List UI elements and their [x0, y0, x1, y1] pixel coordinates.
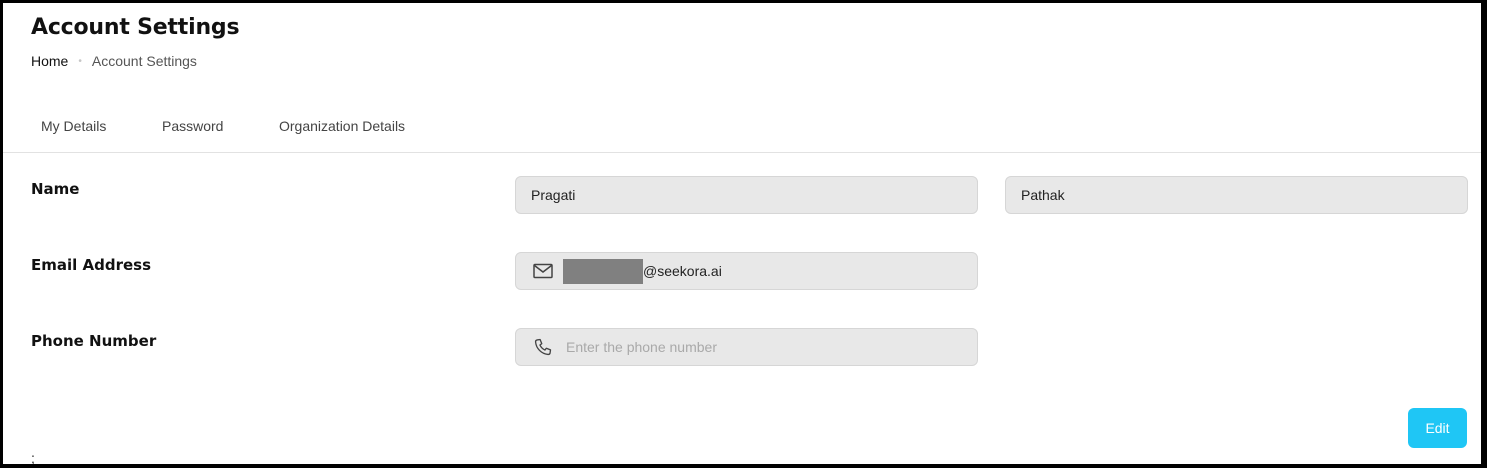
breadcrumb-current: Account Settings: [91, 53, 197, 69]
phone-input[interactable]: [566, 329, 946, 365]
email-field[interactable]: @seekora.ai: [515, 252, 978, 290]
settings-tabs: My Details Password Organization Details: [3, 115, 1481, 153]
phone-label: Phone Number: [31, 332, 157, 350]
name-label: Name: [31, 180, 80, 198]
breadcrumb: Home • Account Settings: [31, 53, 197, 69]
breadcrumb-home-link[interactable]: Home: [31, 53, 68, 69]
page-title: Account Settings: [31, 15, 240, 40]
first-name-input[interactable]: [531, 177, 951, 213]
account-settings-page: Account Settings Home • Account Settings…: [3, 3, 1481, 464]
email-label: Email Address: [31, 256, 152, 274]
last-name-field[interactable]: [1005, 176, 1468, 214]
first-name-field[interactable]: [515, 176, 978, 214]
last-name-input[interactable]: [1021, 177, 1441, 213]
redacted-email-local-part: [563, 258, 643, 284]
stray-semicolon-text: ;: [31, 450, 35, 464]
edit-button[interactable]: Edit: [1408, 408, 1467, 448]
tab-organization-details[interactable]: Organization Details: [279, 118, 405, 134]
email-domain-text: @seekora.ai: [643, 263, 722, 279]
phone-field[interactable]: [515, 328, 978, 366]
breadcrumb-separator: •: [78, 55, 82, 67]
tab-my-details[interactable]: My Details: [41, 118, 106, 134]
mail-icon: [532, 260, 554, 282]
tab-password[interactable]: Password: [162, 118, 223, 134]
phone-icon: [532, 336, 554, 358]
